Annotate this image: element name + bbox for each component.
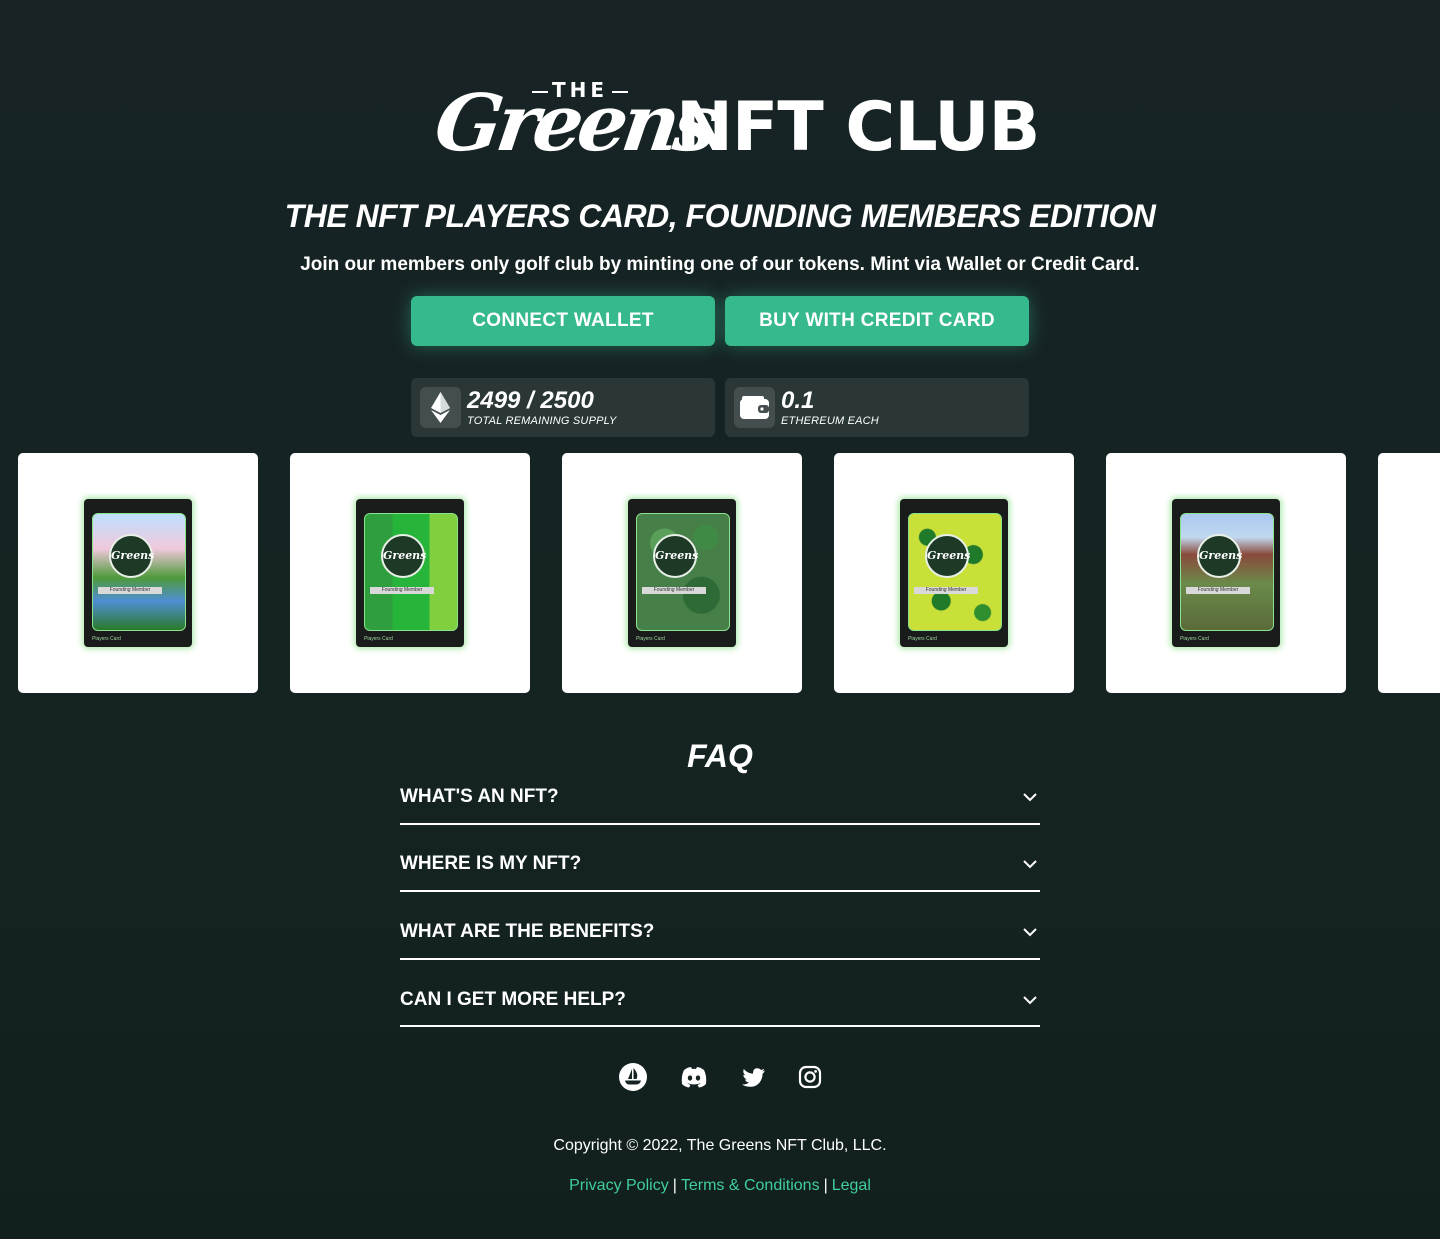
copyright-text: Copyright © 2022, The Greens NFT Club, L… [553, 1137, 887, 1154]
faq-question: CAN I GET MORE HELP? [400, 989, 626, 1010]
footer-separator: | [823, 1177, 828, 1194]
faq-question: WHERE IS MY NFT? [400, 853, 582, 874]
twitter-icon[interactable] [739, 1062, 769, 1092]
instagram-icon[interactable] [795, 1062, 825, 1092]
buy-credit-card-button[interactable]: BUY WITH CREDIT CARD [725, 296, 1029, 346]
connect-wallet-button[interactable]: CONNECT WALLET [411, 296, 715, 346]
players-card-image: Greens Founding Member Players Card [84, 499, 192, 647]
card-footer: Players Card [636, 636, 665, 642]
nft-card[interactable]: Greens Founding Member Players Card [290, 453, 530, 693]
faq-item-where-is-my-nft[interactable]: WHERE IS MY NFT? [400, 825, 1040, 892]
faq-item-benefits[interactable]: WHAT ARE THE BENEFITS? [400, 892, 1040, 960]
card-footer: Players Card [364, 636, 393, 642]
faq-item-whats-an-nft[interactable]: WHAT'S AN NFT? [400, 776, 1040, 825]
price-value: 0.1 [781, 387, 815, 414]
logo-nft-club: NFT CLUB [676, 88, 1040, 167]
card-badge: Greens [1197, 534, 1242, 578]
chevron-down-icon [1023, 793, 1037, 802]
supply-value: 2499 / 2500 [467, 387, 594, 414]
card-badge: Greens [925, 534, 970, 578]
faq-question: WHAT'S AN NFT? [400, 786, 559, 807]
card-ribbon: Founding Member [642, 587, 706, 594]
card-footer: Players Card [92, 636, 121, 642]
ethereum-icon [420, 387, 461, 428]
supply-label: TOTAL REMAINING SUPPLY [467, 415, 617, 427]
footer-links: Privacy Policy | Terms & Conditions | Legal [0, 1177, 1440, 1195]
supply-stat: 2499 / 2500 TOTAL REMAINING SUPPLY [411, 378, 715, 437]
nft-card[interactable]: Greens Founding Member Players Card [834, 453, 1074, 693]
nft-card-partial[interactable] [1378, 453, 1440, 693]
chevron-down-icon [1023, 928, 1037, 937]
privacy-policy-link[interactable]: Privacy Policy [569, 1177, 669, 1194]
opensea-icon[interactable] [618, 1062, 648, 1092]
card-badge: Greens [381, 534, 426, 578]
card-footer: Players Card [1180, 636, 1209, 642]
card-badge: Greens [109, 534, 154, 578]
nft-card[interactable]: Greens Founding Member Players Card [18, 453, 258, 693]
card-footer: Players Card [908, 636, 937, 642]
players-card-image: Greens Founding Member Players Card [628, 499, 736, 647]
price-stat: 0.1 ETHEREUM EACH [725, 378, 1029, 437]
wallet-icon [734, 387, 775, 428]
footer-separator: | [672, 1177, 677, 1194]
legal-link[interactable]: Legal [832, 1177, 871, 1194]
faq-item-more-help[interactable]: CAN I GET MORE HELP? [400, 960, 1040, 1027]
price-label: ETHEREUM EACH [781, 415, 879, 427]
terms-conditions-link[interactable]: Terms & Conditions [681, 1177, 820, 1194]
chevron-down-icon [1023, 996, 1037, 1005]
card-ribbon: Founding Member [98, 587, 162, 594]
card-ribbon: Founding Member [370, 587, 434, 594]
players-card-image: Greens Founding Member Players Card [900, 499, 1008, 647]
nft-card-carousel[interactable]: Greens Founding Member Players Card Gree… [0, 453, 1440, 694]
faq-title: FAQ [687, 738, 753, 774]
page-subheadline: Join our members only golf club by minti… [300, 254, 1140, 275]
faq-question: WHAT ARE THE BENEFITS? [400, 921, 655, 942]
card-badge: Greens [653, 534, 698, 578]
nft-card[interactable]: Greens Founding Member Players Card [562, 453, 802, 693]
nft-card[interactable]: Greens Founding Member Players Card [1106, 453, 1346, 693]
card-ribbon: Founding Member [1186, 587, 1250, 594]
site-logo[interactable]: THE Greens NFT CLUB [0, 74, 1440, 174]
chevron-down-icon [1023, 860, 1037, 869]
page-headline: THE NFT PLAYERS CARD, FOUNDING MEMBERS E… [284, 198, 1156, 234]
players-card-image: Greens Founding Member Players Card [1172, 499, 1280, 647]
card-ribbon: Founding Member [914, 587, 978, 594]
players-card-image: Greens Founding Member Players Card [356, 499, 464, 647]
discord-icon[interactable] [679, 1062, 709, 1092]
